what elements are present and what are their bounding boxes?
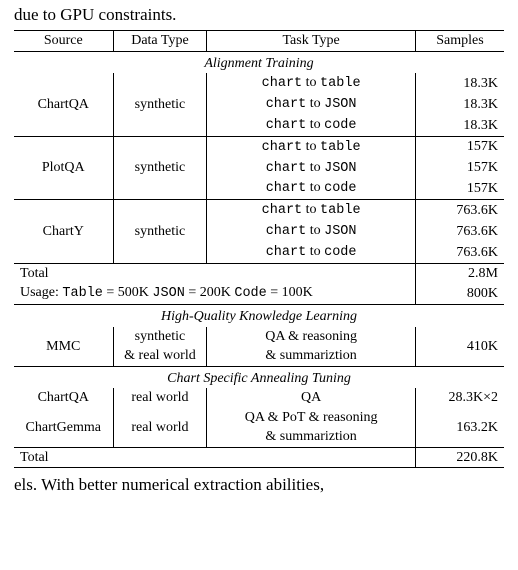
cell-samples: 157K [415, 136, 504, 157]
cell-dtype: real world [113, 408, 207, 448]
section1-title: Alignment Training [14, 51, 504, 73]
cell-total-label: Total [14, 447, 415, 468]
hdr-task: Task Type [207, 31, 416, 52]
cell-dtype: & real world [113, 346, 207, 366]
section2-title-row: High-Quality Knowledge Learning [14, 305, 504, 327]
cell-total-label: Total [14, 263, 415, 283]
cell-samples: 18.3K [415, 94, 504, 115]
row-chartgemma: ChartGemma real world QA & PoT & reasoni… [14, 408, 504, 428]
cell-source: ChartQA [14, 388, 113, 408]
lead-text: due to GPU constraints. [14, 4, 504, 26]
cell-task: chart to code [207, 115, 416, 136]
cell-dtype: synthetic [113, 73, 207, 136]
cell-task: chart to code [207, 242, 416, 263]
row-plotqa: PlotQA synthetic chart to table 157K [14, 136, 504, 157]
cell-source: MMC [14, 327, 113, 367]
section2-title: High-Quality Knowledge Learning [14, 305, 504, 327]
row-chartqa: ChartQA synthetic chart to table 18.3K [14, 73, 504, 94]
cell-samples: 410K [415, 327, 504, 367]
row-mmc: MMC synthetic QA & reasoning 410K [14, 327, 504, 347]
cell-usage: Usage: Table = 500K JSON = 200K Code = 1… [14, 283, 415, 304]
cell-dtype: synthetic [113, 200, 207, 264]
cell-task: chart to code [207, 178, 416, 199]
cell-task: chart to JSON [207, 158, 416, 179]
cell-samples: 18.3K [415, 73, 504, 94]
cell-total-value: 2.8M [415, 263, 504, 283]
cell-source: PlotQA [14, 136, 113, 200]
cell-samples: 763.6K [415, 200, 504, 221]
cell-dtype: synthetic [113, 136, 207, 200]
row-chartqa2: ChartQA real world QA 28.3K×2 [14, 388, 504, 408]
row-usage: Usage: Table = 500K JSON = 200K Code = 1… [14, 283, 504, 304]
hdr-type: Data Type [113, 31, 207, 52]
cell-usage-value: 800K [415, 283, 504, 304]
cell-samples: 18.3K [415, 115, 504, 136]
hdr-source: Source [14, 31, 113, 52]
cell-task: chart to table [207, 73, 416, 94]
tok-table: table [320, 76, 361, 91]
tok-chart: chart [262, 76, 303, 91]
cell-task: QA [207, 388, 416, 408]
cell-task: chart to JSON [207, 94, 416, 115]
cell-samples: 163.2K [415, 408, 504, 448]
cell-source: ChartQA [14, 73, 113, 136]
trail-text: els. With better numerical extraction ab… [14, 474, 504, 496]
section3-title-row: Chart Specific Annealing Tuning [14, 366, 504, 388]
cell-source: ChartY [14, 200, 113, 264]
cell-task: QA & reasoning [207, 327, 416, 347]
cell-task: QA & PoT & reasoning [207, 408, 416, 428]
cell-total-value: 220.8K [415, 447, 504, 468]
cell-dtype: real world [113, 388, 207, 408]
cell-samples: 28.3K×2 [415, 388, 504, 408]
row-total2: Total 220.8K [14, 447, 504, 468]
hdr-samples: Samples [415, 31, 504, 52]
row-total1: Total 2.8M [14, 263, 504, 283]
cell-samples: 157K [415, 178, 504, 199]
row-charty: ChartY synthetic chart to table 763.6K [14, 200, 504, 221]
section3-title: Chart Specific Annealing Tuning [14, 366, 504, 388]
section1-title-row: Alignment Training [14, 51, 504, 73]
cell-source: ChartGemma [14, 408, 113, 448]
cell-samples: 763.6K [415, 242, 504, 263]
cell-task: chart to table [207, 200, 416, 221]
cell-samples: 157K [415, 158, 504, 179]
cell-task: chart to table [207, 136, 416, 157]
cell-task: & summariztion [207, 427, 416, 447]
cell-task: & summariztion [207, 346, 416, 366]
cell-samples: 763.6K [415, 221, 504, 242]
cell-dtype: synthetic [113, 327, 207, 347]
header-row: Source Data Type Task Type Samples [14, 31, 504, 52]
data-table: Source Data Type Task Type Samples Align… [14, 30, 504, 468]
cell-task: chart to JSON [207, 221, 416, 242]
